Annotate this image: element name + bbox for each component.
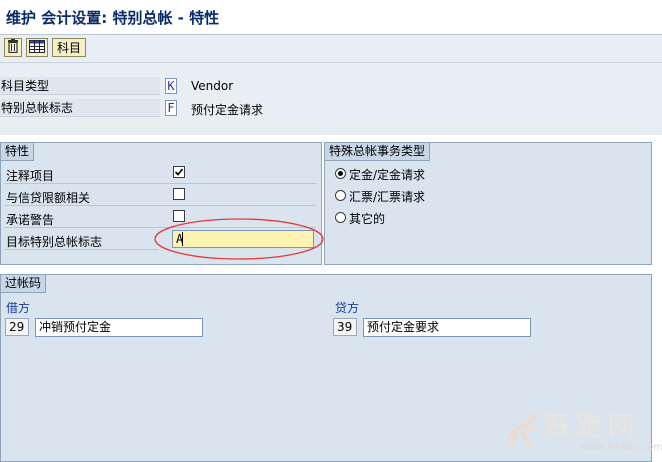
row-divider <box>4 249 159 250</box>
special-gl-indicator-key: F <box>165 100 177 116</box>
watermark-text: 赛跑网 <box>544 412 641 442</box>
posting-key-group-title: 过帐码 <box>1 275 47 293</box>
account-type-label: 科目类型 <box>0 77 160 95</box>
table-icon <box>29 39 45 56</box>
special-gl-indicator-value: 预付定金请求 <box>191 103 264 117</box>
special-gl-indicator-label: 特别总帐标志 <box>0 99 160 117</box>
credit-code: 39 <box>333 318 357 336</box>
bill-of-exchange-radio[interactable] <box>335 190 346 201</box>
credit-label: 贷方 <box>335 301 360 315</box>
account-button[interactable]: 科目 <box>52 38 86 57</box>
account-type-value: Vendor <box>191 79 234 93</box>
table-view-button[interactable] <box>26 38 48 57</box>
credit-description: 预付定金要求 <box>363 318 531 337</box>
bill-of-exchange-label: 汇票/汇票请求 <box>349 190 426 204</box>
checkmark-icon <box>174 167 184 177</box>
debit-description: 冲销预付定金 <box>35 318 203 337</box>
down-payment-label: 定金/定金请求 <box>349 168 426 182</box>
noted-items-checkbox[interactable] <box>173 166 185 178</box>
application-toolbar: 科目 <box>0 35 662 63</box>
debit-label: 借方 <box>6 301 31 315</box>
window-title: 维护 会计设置: 特别总帐 - 特性 <box>6 9 220 27</box>
commitment-warning-label: 承诺警告 <box>6 213 55 227</box>
others-label: 其它的 <box>349 212 386 226</box>
delete-button[interactable] <box>4 38 22 57</box>
target-special-gl-label: 目标特别总帐标志 <box>6 235 103 249</box>
debit-code: 29 <box>5 318 29 336</box>
down-payment-radio[interactable] <box>335 168 346 179</box>
others-radio[interactable] <box>335 212 346 223</box>
credit-limit-relevant-checkbox[interactable] <box>173 188 185 200</box>
account-type-key: K <box>165 78 177 94</box>
runner-logo-icon <box>506 413 536 448</box>
radio-selected-dot <box>338 171 343 176</box>
noted-items-label: 注释项目 <box>6 169 55 183</box>
watermark: 赛跑网 www.91Sap.com <box>502 404 662 462</box>
watermark-url: www.91Sap.com <box>580 442 662 453</box>
credit-limit-relevant-label: 与信贷限额相关 <box>6 191 91 205</box>
row-divider <box>4 205 316 206</box>
annotation-ellipse <box>154 218 324 260</box>
row-divider <box>4 183 316 184</box>
properties-group-title: 特性 <box>1 143 35 161</box>
transaction-type-group-title: 特殊总帐事务类型 <box>325 143 431 161</box>
trash-icon <box>7 39 19 56</box>
